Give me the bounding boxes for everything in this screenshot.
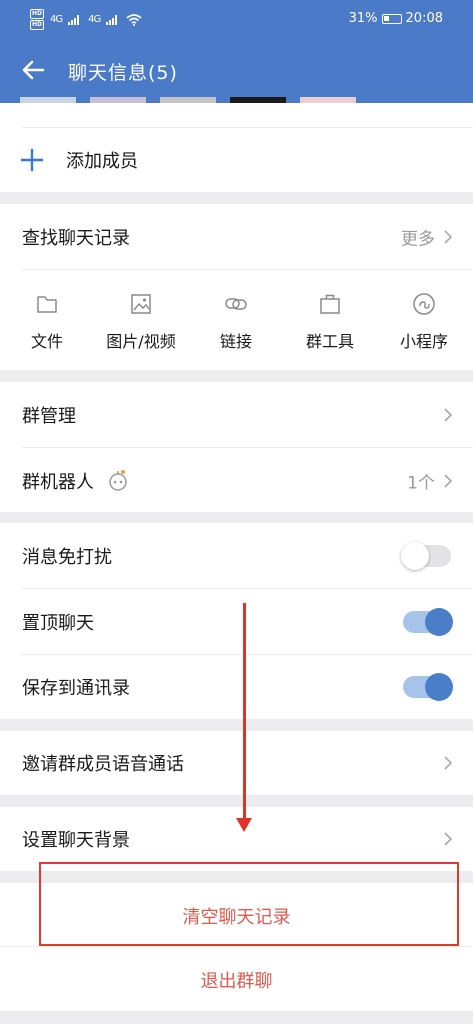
hd-badge-bottom: HD bbox=[30, 20, 45, 30]
invite-voice-section: 邀请群成员语音通话 bbox=[0, 731, 473, 795]
toggle-knob bbox=[425, 673, 453, 701]
invite-voice-label: 邀请群成员语音通话 bbox=[22, 754, 184, 775]
find-chat-history-label: 查找聊天记录 bbox=[22, 228, 130, 249]
battery-icon bbox=[381, 13, 402, 24]
status-bar-signals: HD HD 4G 4G bbox=[30, 9, 142, 30]
annotation-arrow-head bbox=[236, 818, 252, 832]
chat-background-label: 设置聊天背景 bbox=[22, 830, 130, 851]
filter-images-videos[interactable]: 图片/视频 bbox=[96, 292, 186, 352]
mute-row: 消息免打扰 bbox=[0, 523, 473, 589]
folder-icon bbox=[37, 296, 57, 313]
filter-images-label: 图片/视频 bbox=[106, 332, 176, 351]
pin-chat-toggle[interactable] bbox=[403, 608, 453, 636]
robot-icon bbox=[109, 470, 127, 491]
filter-links-label: 链接 bbox=[219, 332, 252, 351]
pin-chat-row: 置顶聊天 bbox=[0, 589, 473, 655]
save-contacts-label: 保存到通讯录 bbox=[22, 678, 130, 699]
page-title: 聊天信息(5) bbox=[68, 62, 178, 84]
chevron-right-icon bbox=[444, 408, 453, 422]
chevron-right-icon bbox=[444, 832, 453, 846]
save-contacts-row: 保存到通讯录 bbox=[0, 655, 473, 719]
plus-icon bbox=[21, 149, 43, 171]
add-member-label: 添加成员 bbox=[66, 151, 138, 172]
filter-mini-programs[interactable]: 小程序 bbox=[379, 292, 469, 352]
toggle-knob bbox=[425, 608, 453, 636]
filter-links[interactable]: 链接 bbox=[191, 292, 281, 352]
pin-chat-label: 置顶聊天 bbox=[22, 613, 94, 634]
exit-group-row[interactable]: 退出群聊 bbox=[0, 947, 473, 1011]
filter-group-tools-label: 群工具 bbox=[305, 332, 354, 351]
filter-mini-programs-label: 小程序 bbox=[399, 332, 448, 351]
hd-badge-top: HD bbox=[30, 9, 45, 19]
briefcase-icon bbox=[320, 294, 340, 314]
annotation-arrow-shaft bbox=[243, 603, 246, 826]
network-label-1: 4G bbox=[50, 14, 63, 25]
title-bar: 聊天信息(5) bbox=[0, 52, 473, 92]
invite-voice-row[interactable]: 邀请群成员语音通话 bbox=[0, 731, 473, 795]
members-section: 添加成员 bbox=[0, 103, 473, 192]
network-label-2: 4G bbox=[88, 14, 101, 25]
filter-files-label: 文件 bbox=[30, 332, 63, 351]
chevron-right-icon bbox=[444, 756, 453, 770]
mute-label: 消息免打扰 bbox=[22, 547, 112, 568]
group-manage-row[interactable]: 群管理 bbox=[0, 382, 473, 448]
group-robot-label: 群机器人 bbox=[22, 472, 94, 493]
signal-icon bbox=[68, 14, 80, 25]
mute-toggle[interactable] bbox=[401, 542, 451, 570]
filter-files[interactable]: 文件 bbox=[2, 292, 92, 352]
status-bar-right: 31% 20:08 bbox=[349, 11, 443, 26]
mini-program-icon bbox=[413, 293, 435, 315]
signal-icon bbox=[106, 14, 118, 25]
exit-group-button[interactable]: 退出群聊 bbox=[0, 967, 473, 993]
battery-percent: 31% bbox=[348, 11, 378, 26]
header-bar: HD HD 4G 4G 31% 20:08 聊天信息(5) bbox=[0, 0, 473, 103]
link-icon bbox=[225, 298, 247, 310]
group-manage-label: 群管理 bbox=[22, 406, 76, 427]
group-manage-section: 群管理 群机器人 1个 bbox=[0, 382, 473, 512]
image-icon bbox=[131, 294, 151, 314]
wifi-icon bbox=[126, 13, 142, 26]
toggle-settings-section: 消息免打扰 置顶聊天 保存到通讯录 bbox=[0, 523, 473, 719]
more-label: 更多 bbox=[401, 229, 435, 250]
toggle-knob bbox=[401, 542, 429, 570]
group-robot-row[interactable]: 群机器人 1个 bbox=[0, 448, 473, 514]
clock: 20:08 bbox=[405, 11, 443, 26]
group-robot-count: 1个 bbox=[407, 473, 435, 494]
back-arrow-icon[interactable] bbox=[20, 57, 46, 83]
annotation-highlight-box bbox=[39, 862, 459, 946]
chat-history-filters: 文件 图片/视频 链接 群工具 小程序 bbox=[0, 270, 473, 370]
chevron-right-icon bbox=[444, 474, 453, 488]
hd-badges: HD HD bbox=[30, 9, 45, 30]
add-member-row[interactable]: 添加成员 bbox=[0, 128, 473, 192]
status-bar: HD HD 4G 4G 31% 20:08 bbox=[0, 0, 473, 40]
save-contacts-toggle[interactable] bbox=[403, 673, 453, 701]
find-chat-history-row[interactable]: 查找聊天记录 更多 bbox=[0, 204, 473, 270]
chevron-right-icon bbox=[444, 230, 453, 244]
filter-group-tools[interactable]: 群工具 bbox=[285, 292, 375, 352]
